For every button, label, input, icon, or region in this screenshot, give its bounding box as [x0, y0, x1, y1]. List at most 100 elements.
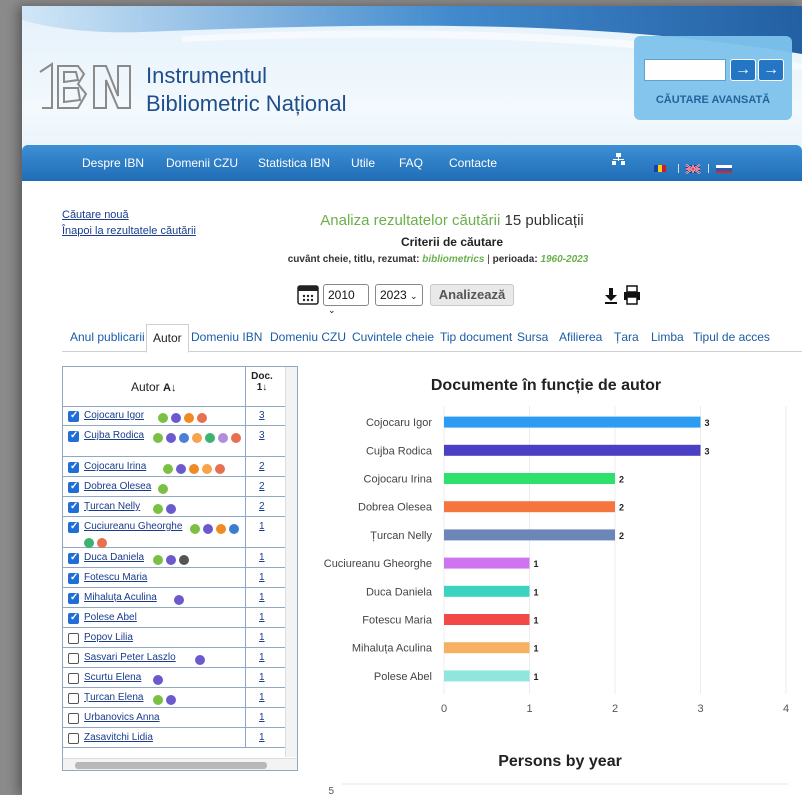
profile-badge-icon[interactable] [152, 695, 163, 705]
author-row[interactable]: Urbanovics Anna 1 [63, 709, 285, 728]
profile-badge-icon[interactable] [157, 484, 168, 494]
tab-tara[interactable]: Țara [614, 330, 639, 344]
author-row[interactable]: Popov Lilia 1 [63, 629, 285, 648]
author-row[interactable]: Fotescu Maria 1 [63, 569, 285, 588]
profile-badge-icon[interactable] [195, 655, 205, 665]
author-checkbox[interactable] [68, 572, 79, 584]
chart-bar[interactable] [444, 614, 530, 625]
sitemap-icon[interactable] [612, 153, 625, 165]
download-icon[interactable] [604, 287, 618, 305]
author-name-link[interactable]: Sasvari Peter Laszlo [84, 652, 176, 663]
author-row[interactable]: Duca Daniela 1 [63, 549, 285, 568]
tab-afilierea[interactable]: Afilierea [559, 330, 602, 344]
chart-bar[interactable] [444, 529, 615, 541]
search-go-button-2[interactable]: → [758, 59, 784, 81]
profile-badge-icon[interactable] [84, 538, 94, 548]
tab-cuvintele-cheie[interactable]: Cuvintele cheie [352, 330, 434, 344]
author-name-link[interactable]: Dobrea Olesea [84, 481, 151, 492]
tab-tipul-de-acces[interactable]: Tipul de acces [693, 330, 770, 344]
profile-badge-icon[interactable] [217, 433, 228, 443]
author-name-link[interactable]: Polese Abel [84, 612, 137, 623]
author-name-link[interactable]: Cojocaru Igor [84, 410, 144, 421]
flag-uk-icon[interactable] [685, 164, 701, 174]
profile-badge-icon[interactable] [196, 413, 207, 423]
author-name-link[interactable]: Cujba Rodica [84, 430, 144, 441]
author-row[interactable]: Cojocaru Irina 2 [63, 458, 285, 477]
author-doc-count-link[interactable]: 2 [259, 461, 265, 472]
author-checkbox[interactable] [68, 713, 79, 724]
profile-badge-icon[interactable] [152, 504, 163, 514]
print-icon[interactable] [623, 285, 641, 305]
tab-tip-document[interactable]: Tip document [440, 330, 512, 344]
author-name-link[interactable]: Țurcan Nelly [84, 501, 140, 512]
tab-sursa[interactable]: Sursa [517, 330, 548, 344]
author-name-link[interactable]: Fotescu Maria [84, 572, 147, 583]
profile-badge-icon[interactable] [173, 595, 184, 605]
profile-badge-icon[interactable] [176, 464, 187, 474]
profile-badge-icon[interactable] [215, 464, 226, 474]
nav-utile[interactable]: Utile [351, 156, 375, 170]
nav-faq[interactable]: FAQ [399, 156, 423, 170]
author-checkbox[interactable] [68, 673, 79, 684]
author-row[interactable]: Țurcan Nelly 2 [63, 498, 285, 517]
author-checkbox[interactable] [68, 521, 79, 533]
flag-ru-icon[interactable] [716, 165, 732, 173]
author-checkbox[interactable] [68, 592, 79, 604]
author-row[interactable]: Țurcan Elena 1 [63, 689, 285, 708]
docs-column-header[interactable]: Doc. 1↓ [251, 371, 273, 393]
author-column-header[interactable]: Autor A↓ [131, 380, 176, 394]
nav-despre-ibn[interactable]: Despre IBN [82, 156, 144, 170]
author-checkbox[interactable] [68, 633, 79, 644]
vertical-scrollbar[interactable] [285, 367, 297, 757]
author-name-link[interactable]: Cojocaru Irina [84, 461, 146, 472]
author-checkbox[interactable] [68, 461, 79, 473]
author-doc-count-link[interactable]: 1 [259, 552, 265, 563]
chart-bar[interactable] [444, 444, 701, 456]
author-checkbox[interactable] [68, 552, 79, 564]
author-name-link[interactable]: Zasavitchi Lidia [84, 732, 153, 743]
author-name-link[interactable]: Urbanovics Anna [84, 712, 160, 723]
profile-badge-icon[interactable] [165, 695, 176, 705]
sort-az-icon[interactable]: A↓ [163, 382, 176, 394]
profile-badge-icon[interactable] [230, 433, 241, 443]
chart-bar[interactable] [444, 670, 530, 682]
advanced-search-link[interactable]: CĂUTARE AVANSATĂ [634, 94, 792, 106]
author-row[interactable]: Mihaluța Aculina 1 [63, 589, 285, 608]
author-name-link[interactable]: Scurtu Elena [84, 672, 141, 683]
nav-domenii-czu[interactable]: Domenii CZU [166, 156, 238, 170]
profile-badge-icon[interactable] [157, 413, 168, 423]
author-doc-count-link[interactable]: 1 [259, 732, 265, 743]
profile-badge-icon[interactable] [152, 433, 163, 443]
author-checkbox[interactable] [68, 612, 79, 624]
author-doc-count-link[interactable]: 2 [259, 501, 265, 512]
quick-search-input[interactable] [644, 59, 726, 81]
profile-badge-icon[interactable] [191, 433, 202, 443]
author-doc-count-link[interactable]: 1 [259, 712, 265, 723]
author-doc-count-link[interactable]: 1 [259, 652, 265, 663]
author-checkbox[interactable] [68, 653, 79, 664]
author-name-link[interactable]: Cuciureanu Gheorghe [84, 521, 182, 532]
chart-bar[interactable] [444, 473, 615, 484]
search-go-button[interactable]: → [730, 59, 756, 81]
nav-statistica-ibn[interactable]: Statistica IBN [258, 156, 330, 170]
profile-badge-icon[interactable] [202, 524, 213, 534]
profile-badge-icon[interactable] [178, 433, 189, 443]
tab-autor[interactable]: Autor [146, 324, 189, 353]
chart-bar[interactable] [444, 585, 530, 597]
chart-bar[interactable] [444, 557, 530, 569]
horizontal-scrollbar[interactable] [63, 758, 297, 770]
author-name-link[interactable]: Mihaluța Aculina [84, 592, 157, 603]
profile-badge-icon[interactable] [152, 675, 163, 685]
year-to-select[interactable]: 2023 ⌄ [375, 284, 423, 306]
profile-badge-icon[interactable] [152, 555, 163, 565]
author-doc-count-link[interactable]: 1 [259, 672, 265, 683]
author-doc-count-link[interactable]: 1 [259, 612, 265, 623]
profile-badge-icon[interactable] [170, 413, 181, 423]
author-name-link[interactable]: Popov Lilia [84, 632, 133, 643]
author-row[interactable]: Cuciureanu Gheorghe 1 [63, 518, 285, 548]
profile-badge-icon[interactable] [189, 464, 200, 474]
author-row[interactable]: Cujba Rodica 3 [63, 427, 285, 457]
author-doc-count-link[interactable]: 1 [259, 632, 265, 643]
author-checkbox[interactable] [68, 501, 79, 513]
author-doc-count-link[interactable]: 2 [259, 481, 265, 492]
